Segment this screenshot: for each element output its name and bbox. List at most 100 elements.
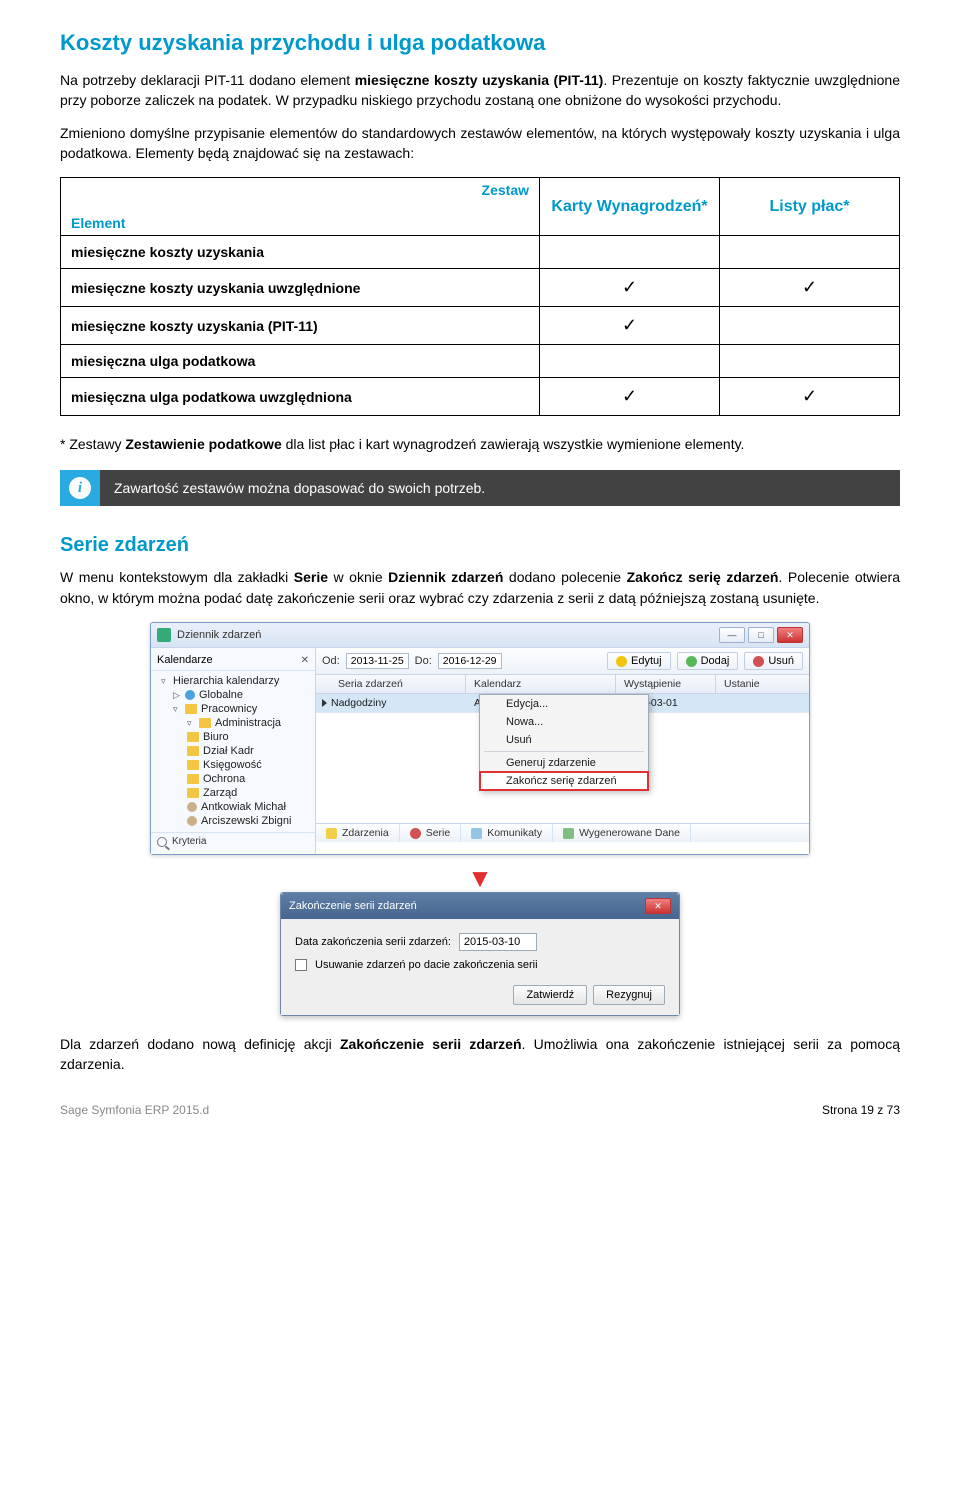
maximize-button[interactable]: □ [748, 627, 774, 643]
tab-zdarzenia[interactable]: Zdarzenia [316, 824, 400, 842]
tree-item-label: Ochrona [203, 773, 245, 785]
person-icon [187, 816, 197, 826]
sidebar: Kalendarze ✕ ▿ Hierarchia kalendarzy ▷Gl… [151, 648, 316, 854]
tab-serie-label: Serie [426, 827, 451, 839]
paragraph-2: Zmieniono domyślne przypisanie elementów… [60, 123, 900, 164]
row-1-label: miesięczne koszty uzyskania uwzględnione [61, 269, 540, 307]
p3-b3: Zakończ serię zdarzeń [627, 569, 779, 585]
person-icon [187, 802, 197, 812]
do-label: Do: [415, 655, 432, 667]
minimize-button[interactable]: — [719, 627, 745, 643]
edit-button[interactable]: Edytuj [607, 652, 671, 670]
menu-edycja[interactable]: Edycja... [480, 695, 648, 713]
tree-root[interactable]: ▿ Hierarchia kalendarzy [155, 674, 311, 688]
paragraph-1: Na potrzeby deklaracji PIT-11 dodano ele… [60, 70, 900, 111]
tab-icon [471, 828, 482, 839]
menu-separator [484, 751, 644, 752]
dialog-date-input[interactable]: 2015-03-10 [459, 933, 537, 951]
menu-generuj[interactable]: Generuj zdarzenie [480, 754, 648, 772]
tree-dzial-kadr[interactable]: Dział Kadr [155, 744, 311, 758]
dialog-ok-button[interactable]: Zatwierdź [513, 985, 587, 1005]
col-wystapienie[interactable]: Wystąpienie [616, 675, 716, 693]
row-2-c2 [720, 307, 900, 345]
dialog-zakonczenie: Zakończenie serii zdarzeń ✕ Data zakończ… [280, 892, 680, 1016]
globe-icon [185, 690, 195, 700]
menu-usun[interactable]: Usuń [480, 731, 648, 749]
tree-ochrona[interactable]: Ochrona [155, 772, 311, 786]
sidebar-tab[interactable]: Kalendarze ✕ [151, 652, 315, 671]
dialog-date-label: Data zakończenia serii zdarzeń: [295, 936, 451, 948]
od-label: Od: [322, 655, 340, 667]
tree-zarzad[interactable]: Zarząd [155, 786, 311, 800]
tree-item-label: Biuro [203, 731, 229, 743]
dialog-close-button[interactable]: ✕ [645, 898, 671, 914]
row-3-c2 [720, 345, 900, 378]
footer-left: Sage Symfonia ERP 2015.d [60, 1103, 209, 1117]
tab-komunikaty[interactable]: Komunikaty [461, 824, 553, 842]
p3-b2: Dziennik zdarzeń [388, 569, 503, 585]
caret-icon: ▿ [161, 676, 169, 687]
p1-text-a: Na potrzeby deklaracji PIT-11 dodano ele… [60, 72, 355, 88]
row-4-c2: ✓ [720, 378, 900, 416]
add-button[interactable]: Dodaj [677, 652, 739, 670]
date-do-input[interactable]: 2016-12-29 [438, 653, 502, 669]
tab-komunikaty-label: Komunikaty [487, 827, 542, 839]
data-row-selected[interactable]: Nadgodziny Antkowiak Michał 2015-03-01 E… [316, 694, 809, 713]
tree-arciszewski[interactable]: Arciszewski Zbigni [155, 814, 311, 828]
tree-pracownicy[interactable]: ▿Pracownicy [155, 702, 311, 716]
menu-nowa[interactable]: Nowa... [480, 713, 648, 731]
sidebar-footer-kryteria[interactable]: Kryteria [151, 832, 315, 850]
sidebar-close-icon[interactable]: ✕ [301, 655, 309, 666]
folder-icon [187, 760, 199, 770]
menu-zakoncz[interactable]: Zakończ serię zdarzeń [480, 772, 648, 790]
window-title: Dziennik zdarzeń [177, 629, 716, 641]
tab-wygenerowane[interactable]: Wygenerowane Dane [553, 824, 691, 842]
tab-serie[interactable]: Serie [400, 824, 462, 842]
col-seria[interactable]: Seria zdarzeń [316, 675, 466, 693]
date-od-input[interactable]: 2013-11-25 [346, 653, 409, 669]
tree-item-label: Pracownicy [201, 703, 257, 715]
tree-item-label: Arciszewski Zbigni [201, 815, 291, 827]
dialog-checkbox[interactable] [295, 959, 307, 971]
tree-item-label: Antkowiak Michał [201, 801, 286, 813]
col-ustanie[interactable]: Ustanie [716, 675, 809, 693]
p3-a: W menu kontekstowym dla zakładki [60, 569, 294, 585]
note-paragraph: * Zestawy Zestawienie podatkowe dla list… [60, 434, 900, 454]
p4-bold: Zakończenie serii zdarzeń [340, 1036, 522, 1052]
info-icon-wrap: i [60, 470, 100, 506]
cell-ustanie [716, 694, 809, 712]
close-button[interactable]: ✕ [777, 627, 803, 643]
tree-administracja[interactable]: ▿Administracja [155, 716, 311, 730]
tree-globalne[interactable]: ▷Globalne [155, 688, 311, 702]
red-arrow-down-icon: ▼ [60, 863, 900, 894]
row-3-c1 [540, 345, 720, 378]
p3-c: dodano polecenie [503, 569, 626, 585]
tree-ksiegowosc[interactable]: Księgowość [155, 758, 311, 772]
p3-b: w oknie [328, 569, 388, 585]
folder-icon [187, 732, 199, 742]
info-text: Zawartość zestawów można dopasować do sw… [100, 470, 900, 506]
col-seria-label: Seria zdarzeń [338, 678, 403, 690]
dialog-cancel-button[interactable]: Rezygnuj [593, 985, 665, 1005]
matrix-table: Zestaw Element Karty Wynagrodzeń* Listy … [60, 177, 900, 416]
tab-zdarzenia-label: Zdarzenia [342, 827, 389, 839]
tree-root-label: Hierarchia kalendarzy [173, 675, 279, 687]
folder-icon [187, 774, 199, 784]
dialog-checkbox-label: Usuwanie zdarzeń po dacie zakończenia se… [315, 959, 538, 971]
row-3-label: miesięczna ulga podatkowa [61, 345, 540, 378]
corner-bottom: Element [71, 215, 125, 231]
titlebar[interactable]: Dziennik zdarzeń — □ ✕ [151, 623, 809, 648]
tree-item-label: Dział Kadr [203, 745, 254, 757]
note-a: * Zestawy [60, 436, 125, 452]
matrix-corner: Zestaw Element [61, 178, 540, 236]
folder-icon [187, 788, 199, 798]
tree-biuro[interactable]: Biuro [155, 730, 311, 744]
toolbar: Od: 2013-11-25 Do: 2016-12-29 Edytuj Dod… [316, 648, 809, 675]
caret-icon: ▿ [187, 718, 195, 729]
remove-button[interactable]: Usuń [744, 652, 803, 670]
tree-antkowiak[interactable]: Antkowiak Michał [155, 800, 311, 814]
dialog-titlebar[interactable]: Zakończenie serii zdarzeń ✕ [281, 893, 679, 919]
col-kalendarz[interactable]: Kalendarz [466, 675, 616, 693]
col-listy: Listy płac* [720, 178, 900, 236]
main-pane: Od: 2013-11-25 Do: 2016-12-29 Edytuj Dod… [316, 648, 809, 854]
